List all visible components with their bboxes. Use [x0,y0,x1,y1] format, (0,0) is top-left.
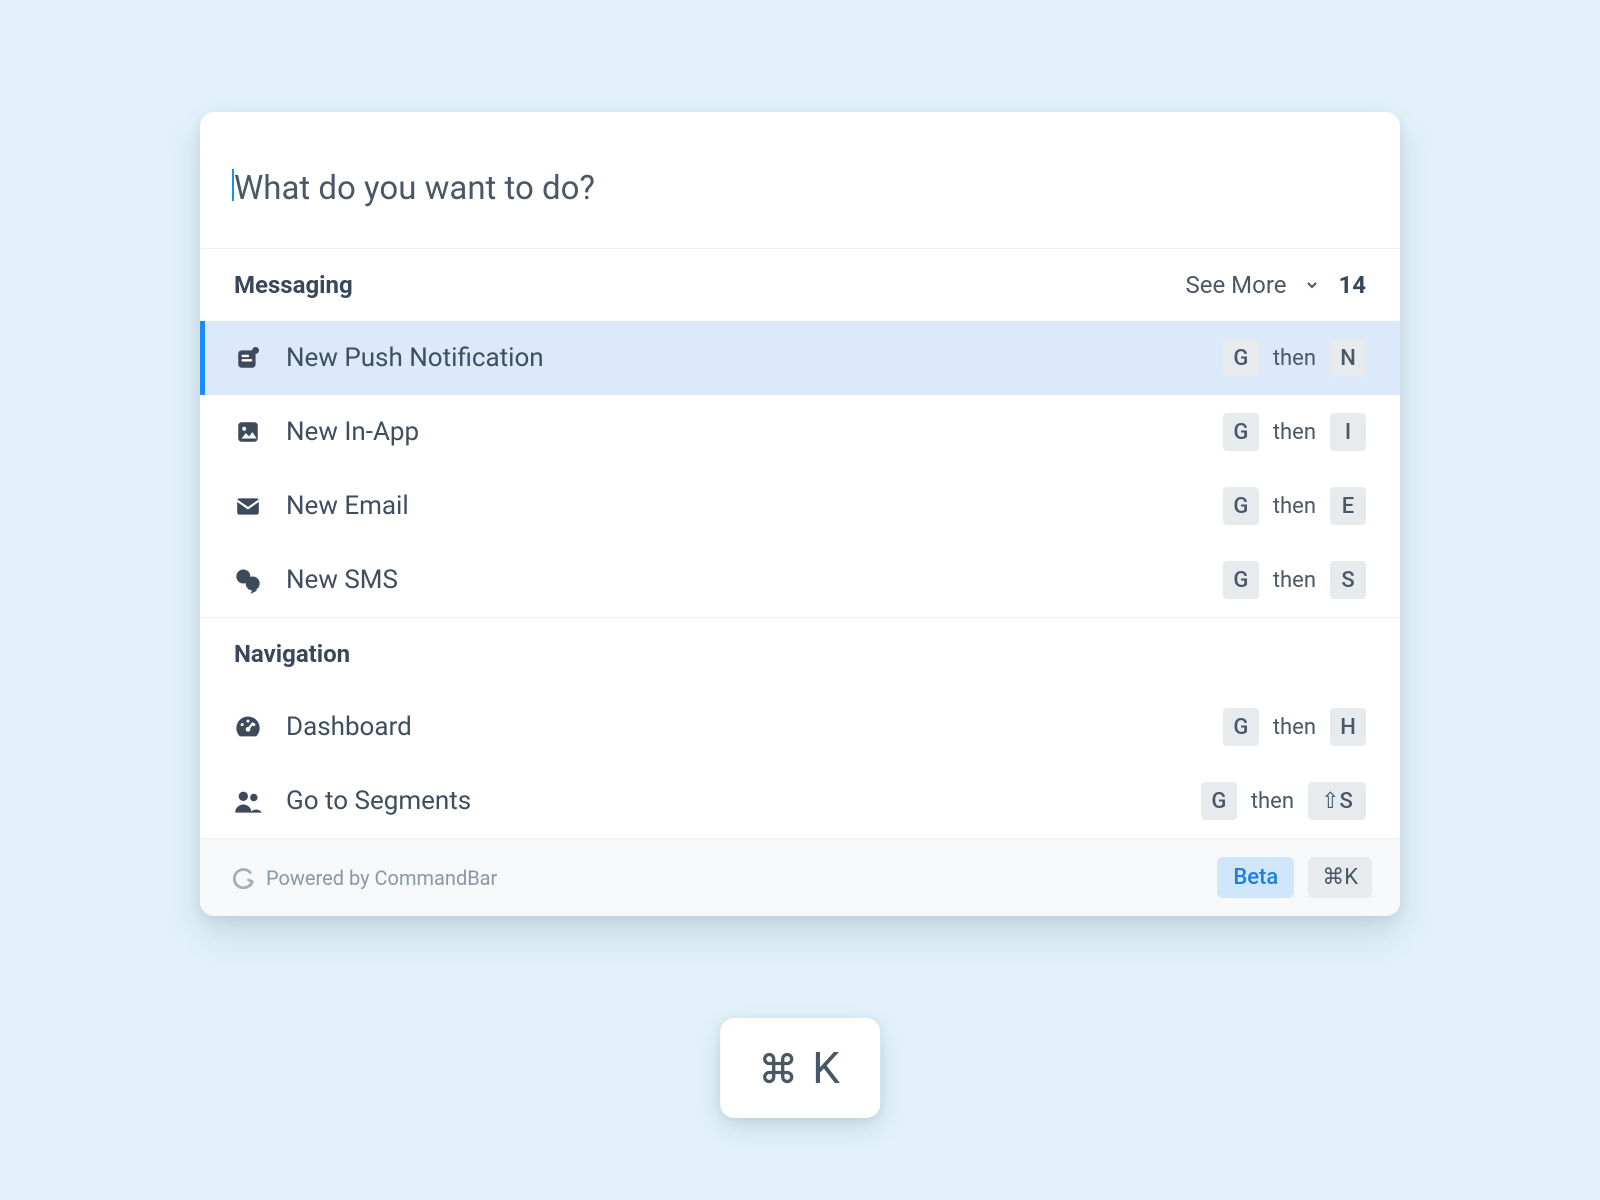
shortcut-then: then [1273,420,1316,445]
commandbar-logo-icon [232,867,254,889]
section-title: Navigation [234,640,350,668]
push-icon [234,344,262,372]
command-item-label: New Email [286,491,409,521]
section-title: Messaging [234,271,353,299]
beta-badge[interactable]: Beta [1217,857,1294,898]
hero-shortcut-key: K [812,1042,840,1094]
shortcut-key: H [1330,708,1366,746]
shortcut: G then I [1223,413,1366,451]
email-icon [234,492,262,520]
command-item-dashboard[interactable]: Dashboard G then H [200,690,1400,764]
inapp-icon [234,418,262,446]
shortcut-key: N [1330,339,1366,377]
shortcut-key: I [1330,413,1366,451]
sms-icon [234,566,262,594]
shortcut-key: G [1223,561,1259,599]
footer-shortcut-hint: ⌘K [1308,857,1372,898]
command-palette: Messaging See More 14 New Push Notificat… [200,112,1400,916]
see-more-label: See More [1186,271,1287,299]
segments-icon [234,787,262,815]
chevron-down-icon [1304,277,1320,293]
palette-footer: Powered by CommandBar Beta ⌘K [200,838,1400,916]
command-item-new-push[interactable]: New Push Notification G then N [200,321,1400,395]
shortcut-key: G [1201,782,1237,820]
shortcut-key: S [1330,561,1366,599]
section-header-navigation: Navigation [200,617,1400,690]
search-area [200,112,1400,248]
command-item-go-segments[interactable]: Go to Segments G then ⇧S [200,764,1400,838]
shortcut-key: G [1223,487,1259,525]
command-item-label: New Push Notification [286,343,544,373]
shortcut-then: then [1273,494,1316,519]
command-item-new-sms[interactable]: New SMS G then S [200,543,1400,617]
section-header-messaging: Messaging See More 14 [200,248,1400,321]
shortcut-then: then [1273,715,1316,740]
shortcut-then: then [1251,789,1294,814]
shortcut: G then E [1223,487,1366,525]
see-more[interactable]: See More 14 [1186,271,1366,299]
shortcut: G then N [1223,339,1366,377]
command-item-new-email[interactable]: New Email G then E [200,469,1400,543]
shortcut: G then S [1223,561,1366,599]
shortcut-key: G [1223,339,1259,377]
shortcut-key: ⇧S [1308,782,1366,820]
hero-shortcut-card: K [720,1018,880,1118]
see-more-count: 14 [1338,271,1366,299]
footer-attribution: Powered by CommandBar [232,866,497,890]
shortcut-then: then [1273,568,1316,593]
shortcut: G then ⇧S [1201,782,1366,820]
command-icon [760,1050,796,1086]
command-item-label: New SMS [286,565,398,595]
shortcut-key: G [1223,413,1259,451]
command-item-label: Go to Segments [286,786,471,816]
command-item-label: New In-App [286,417,419,447]
command-item-label: Dashboard [286,712,412,742]
shortcut-then: then [1273,346,1316,371]
shortcut-key: G [1223,708,1259,746]
shortcut: G then H [1223,708,1366,746]
shortcut-key: E [1330,487,1366,525]
powered-by-text: Powered by CommandBar [266,866,497,890]
dashboard-icon [234,713,262,741]
command-item-new-inapp[interactable]: New In-App G then I [200,395,1400,469]
search-input[interactable] [234,169,1366,208]
